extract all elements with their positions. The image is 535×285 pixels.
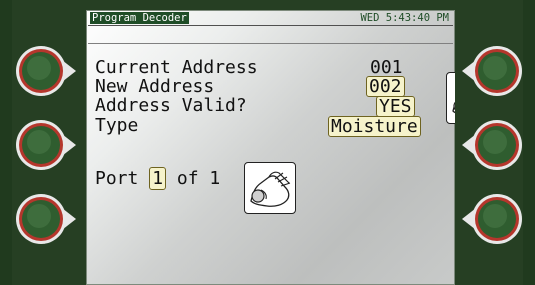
hand-drawing	[250, 171, 291, 207]
left-softkey-3[interactable]	[14, 192, 80, 246]
frame-edge-left	[0, 0, 12, 285]
type-field[interactable]: Moisture	[328, 116, 421, 137]
frame-edge-right	[523, 0, 535, 285]
port-suffix: of 1	[176, 168, 221, 189]
right-softkey-1-icon	[462, 46, 522, 96]
left-softkey-1[interactable]	[14, 44, 80, 98]
left-softkey-3-icon	[16, 194, 76, 244]
left-softkey-2-icon	[16, 120, 76, 170]
screen-title: Program Decoder	[90, 12, 189, 24]
current-address-label: Current Address	[95, 57, 258, 78]
new-address-label: New Address	[95, 76, 215, 97]
left-softkey-2[interactable]	[14, 118, 80, 172]
type-label: Type	[95, 115, 139, 136]
clock-display: WED 5:43:40 PM	[360, 12, 449, 24]
right-softkey-3[interactable]	[458, 192, 524, 246]
right-softkey-1[interactable]	[458, 44, 524, 98]
address-valid-field[interactable]: YES	[376, 96, 415, 117]
new-address-field[interactable]: 002	[366, 76, 405, 97]
port-prefix: Port	[95, 168, 139, 189]
left-softkey-1-icon	[16, 46, 76, 96]
title-bar: Program Decoder WED 5:43:40 PM	[88, 12, 453, 24]
lcd-screen: Program Decoder WED 5:43:40 PM Current A…	[86, 10, 455, 285]
right-softkey-2[interactable]	[458, 118, 524, 172]
port-field[interactable]: 1	[149, 167, 167, 190]
right-softkey-3-icon	[462, 194, 522, 244]
port-row: Port 1 of 1	[95, 167, 221, 190]
title-divider	[88, 25, 453, 26]
hand-press-icon[interactable]	[244, 162, 296, 214]
address-valid-label: Address Valid?	[95, 95, 247, 116]
header-divider	[88, 43, 453, 44]
hand-drawing-2	[452, 101, 455, 114]
hand-press-icon-2[interactable]	[446, 72, 455, 124]
right-softkey-2-icon	[462, 120, 522, 170]
current-address-value: 001	[370, 57, 403, 78]
